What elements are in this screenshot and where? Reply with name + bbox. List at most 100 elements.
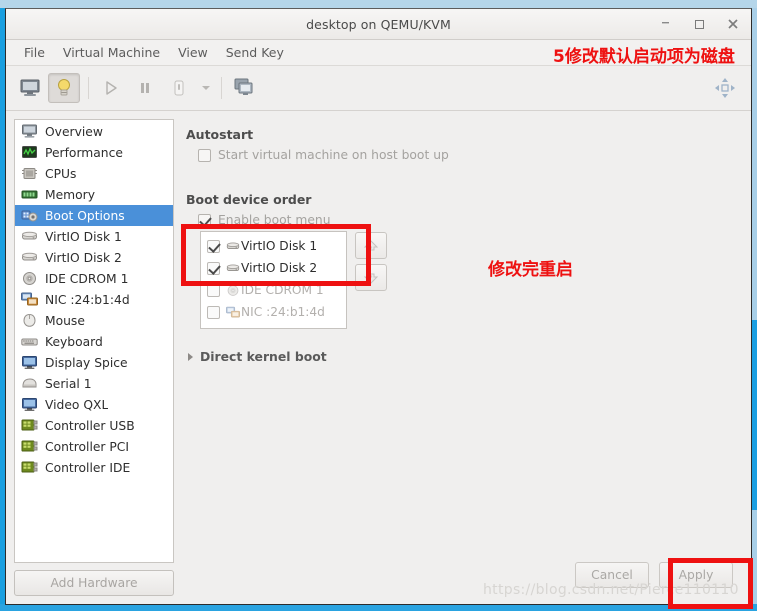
harddisk-icon <box>21 252 37 261</box>
sidebar-item-label: Display Spice <box>45 355 128 370</box>
boot-device-checkbox[interactable] <box>207 305 220 319</box>
pcicard-icon <box>20 418 38 434</box>
harddisk-icon <box>226 264 239 271</box>
sidebar-item-memory[interactable]: Memory <box>15 184 173 205</box>
harddisk-icon <box>20 250 38 266</box>
sidebar-item-label: Serial 1 <box>45 376 92 391</box>
close-button[interactable] <box>724 15 742 33</box>
desktop-background-bottom <box>0 604 757 611</box>
boot-device-row[interactable]: VirtIO Disk 1 <box>201 235 346 257</box>
sidebar-item-virtio-disk-2[interactable]: VirtIO Disk 2 <box>15 247 173 268</box>
memory-icon <box>21 190 37 199</box>
sidebar-item-performance[interactable]: Performance <box>15 142 173 163</box>
sidebar-item-label: VirtIO Disk 2 <box>45 250 122 265</box>
sidebar-item-ide-cdrom-1[interactable]: IDE CDROM 1 <box>15 268 173 289</box>
boot-device-order-heading: Boot device order <box>186 192 312 207</box>
snapshots-button[interactable] <box>228 73 260 103</box>
desktop-background-top <box>0 0 757 8</box>
keyboard-icon <box>20 334 38 350</box>
menu-virtual-machine[interactable]: Virtual Machine <box>54 43 169 62</box>
annotation-middle: 修改完重启 <box>488 260 573 280</box>
boot-device-checkbox[interactable] <box>207 283 220 297</box>
watermark-text: https://blog.csdn.net/Pierce110110 <box>483 582 739 598</box>
boot-device-row[interactable]: VirtIO Disk 2 <box>201 257 346 279</box>
mouse-icon <box>20 313 38 329</box>
add-hardware-button[interactable]: Add Hardware <box>14 570 174 596</box>
hardware-list[interactable]: Overview Performance CPUs Memory Boot Option… <box>14 119 174 563</box>
sidebar-item-nic-24-b1-4d[interactable]: NIC :24:b1:4d <box>15 289 173 310</box>
menu-file[interactable]: File <box>15 43 54 62</box>
boot-gear-icon <box>20 208 38 224</box>
move-device-down-button[interactable] <box>355 264 387 291</box>
sidebar-item-controller-ide[interactable]: Controller IDE <box>15 457 173 478</box>
enable-boot-menu-checkbox[interactable] <box>198 213 211 227</box>
maximize-button[interactable] <box>690 15 708 33</box>
boot-device-list[interactable]: VirtIO Disk 1 VirtIO Disk 2 IDE CDROM 1 NIC… <box>200 231 347 329</box>
autostart-checkbox-row[interactable]: Start virtual machine on host boot up <box>198 148 743 162</box>
boot-device-label: VirtIO Disk 2 <box>241 261 318 275</box>
snapshot-icon <box>234 78 253 95</box>
graph-icon <box>21 146 37 158</box>
cdrom-icon <box>225 283 240 297</box>
fullscreen-button[interactable] <box>709 73 741 103</box>
pause-button[interactable] <box>129 73 161 103</box>
shutdown-menu-button[interactable] <box>197 74 215 102</box>
chevron-right-icon <box>188 352 193 361</box>
annotation-top-right: 5修改默认启动项为磁盘 <box>553 47 735 67</box>
sidebar-item-overview[interactable]: Overview <box>15 121 173 142</box>
pcicard-icon <box>20 460 38 476</box>
move-device-up-button[interactable] <box>355 232 387 259</box>
sidebar-item-virtio-disk-1[interactable]: VirtIO Disk 1 <box>15 226 173 247</box>
sidebar-item-keyboard[interactable]: Keyboard <box>15 331 173 352</box>
toolbar-separator-2 <box>221 77 222 99</box>
sidebar-item-label: Boot Options <box>45 208 125 223</box>
shutdown-button[interactable] <box>163 73 195 103</box>
run-button[interactable] <box>95 73 127 103</box>
sidebar-item-mouse[interactable]: Mouse <box>15 310 173 331</box>
serial-icon <box>20 376 38 392</box>
play-icon <box>106 81 117 95</box>
sidebar-item-controller-pci[interactable]: Controller PCI <box>15 436 173 457</box>
vm-details-window: desktop on QEMU/KVM File Virtual Machine… <box>5 8 752 605</box>
harddisk-icon <box>225 239 240 253</box>
sidebar-item-cpus[interactable]: CPUs <box>15 163 173 184</box>
boot-device-checkbox[interactable] <box>207 261 220 275</box>
boot-device-label: NIC :24:b1:4d <box>241 305 325 319</box>
cdrom-icon <box>22 272 36 285</box>
show-console-button[interactable] <box>14 73 46 103</box>
sidebar-item-boot-options[interactable]: Boot Options <box>15 205 173 226</box>
menu-send-key[interactable]: Send Key <box>217 43 293 62</box>
sidebar-item-label: Video QXL <box>45 397 109 412</box>
graph-icon <box>20 145 38 161</box>
boot-gear-icon <box>21 210 37 222</box>
direct-kernel-boot-expander[interactable]: Direct kernel boot <box>188 349 743 364</box>
menu-view[interactable]: View <box>169 43 217 62</box>
sidebar-item-display-spice[interactable]: Display Spice <box>15 352 173 373</box>
monitor-icon <box>20 79 40 96</box>
autostart-checkbox[interactable] <box>198 148 211 162</box>
display-icon <box>20 355 38 371</box>
harddisk-icon <box>226 242 239 249</box>
boot-device-checkbox[interactable] <box>207 239 220 253</box>
memory-icon <box>20 187 38 203</box>
close-icon <box>728 19 738 29</box>
minimize-button[interactable] <box>656 15 674 33</box>
network-icon <box>225 305 240 319</box>
chevron-down-icon <box>202 86 210 90</box>
sidebar-item-controller-usb[interactable]: Controller USB <box>15 415 173 436</box>
show-details-button[interactable] <box>48 73 80 103</box>
sidebar-item-video-qxl[interactable]: Video QXL <box>15 394 173 415</box>
autostart-heading: Autostart <box>186 127 254 142</box>
boot-device-row[interactable]: IDE CDROM 1 <box>201 279 346 301</box>
mouse-icon <box>22 313 36 327</box>
fullscreen-icon <box>715 78 735 98</box>
maximize-icon <box>694 19 704 29</box>
pcicard-icon <box>21 440 37 452</box>
enable-boot-menu-row[interactable]: Enable boot menu <box>198 213 743 227</box>
sidebar-item-label: NIC :24:b1:4d <box>45 292 130 307</box>
boot-device-row[interactable]: NIC :24:b1:4d <box>201 301 346 323</box>
hardware-sidebar: Overview Performance CPUs Memory Boot Option… <box>14 119 174 604</box>
harddisk-icon <box>21 231 37 240</box>
arrow-up-icon <box>363 239 379 250</box>
sidebar-item-serial-1[interactable]: Serial 1 <box>15 373 173 394</box>
